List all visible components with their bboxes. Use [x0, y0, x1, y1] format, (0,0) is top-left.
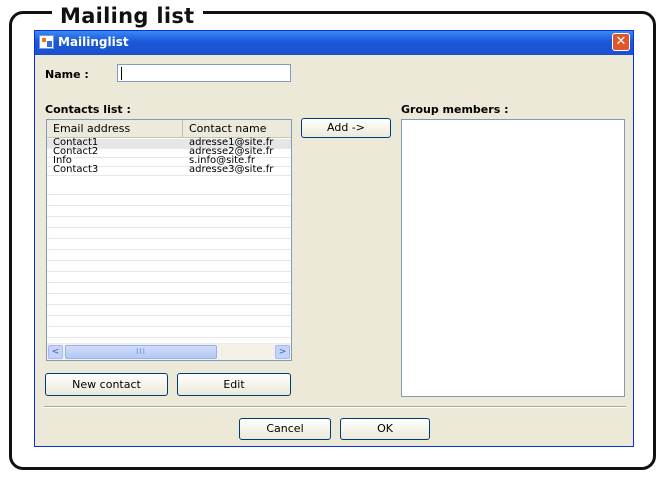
scroll-left-icon[interactable]: <: [48, 345, 63, 359]
empty-row: [47, 272, 291, 283]
cancel-button[interactable]: Cancel: [239, 418, 331, 440]
scroll-right-icon[interactable]: >: [275, 345, 290, 359]
frame-title: Mailing list: [52, 6, 203, 27]
window-titlebar[interactable]: Mailinglist ✕: [35, 31, 633, 55]
add-button[interactable]: Add ->: [301, 118, 391, 138]
close-icon[interactable]: ✕: [612, 33, 630, 51]
empty-row: [47, 217, 291, 228]
mailinglist-app-icon: [39, 35, 54, 49]
group-members-label: Group members :: [401, 103, 509, 116]
edit-button[interactable]: Edit: [177, 373, 291, 396]
contacts-list-header: Email address Contact name: [47, 120, 291, 138]
empty-row: [47, 305, 291, 316]
ok-button[interactable]: OK: [340, 418, 430, 440]
horizontal-scrollbar[interactable]: < III >: [47, 343, 291, 360]
empty-row: [47, 228, 291, 239]
contacts-list-label: Contacts list :: [45, 103, 131, 116]
text-caret: [121, 67, 122, 80]
empty-row: [47, 239, 291, 250]
cell-contact: Contact3: [53, 164, 99, 175]
column-header-email[interactable]: Email address: [47, 120, 183, 137]
empty-row: [47, 294, 291, 305]
name-label: Name :: [45, 68, 89, 81]
empty-row: [47, 261, 291, 272]
empty-row: [47, 206, 291, 217]
scrollbar-thumb[interactable]: III: [65, 345, 217, 359]
footer-separator: [44, 406, 626, 408]
empty-row: [47, 195, 291, 206]
name-input[interactable]: [117, 64, 291, 82]
empty-row: [47, 283, 291, 294]
empty-row: [47, 250, 291, 261]
table-row[interactable]: Contact3 adresse3@site.fr: [47, 164, 291, 176]
group-members-list[interactable]: [401, 119, 625, 397]
empty-row: [47, 327, 291, 338]
empty-row: [47, 184, 291, 195]
window-title: Mailinglist: [58, 35, 129, 49]
column-header-contact-name[interactable]: Contact name: [183, 120, 291, 137]
contacts-list[interactable]: Email address Contact name Contact1 adres…: [46, 119, 292, 361]
empty-row: [47, 316, 291, 327]
cell-email: adresse3@site.fr: [189, 164, 274, 175]
mailinglist-window: Mailinglist ✕ Name : Contacts list : Gro…: [34, 30, 634, 447]
new-contact-button[interactable]: New contact: [45, 373, 168, 396]
